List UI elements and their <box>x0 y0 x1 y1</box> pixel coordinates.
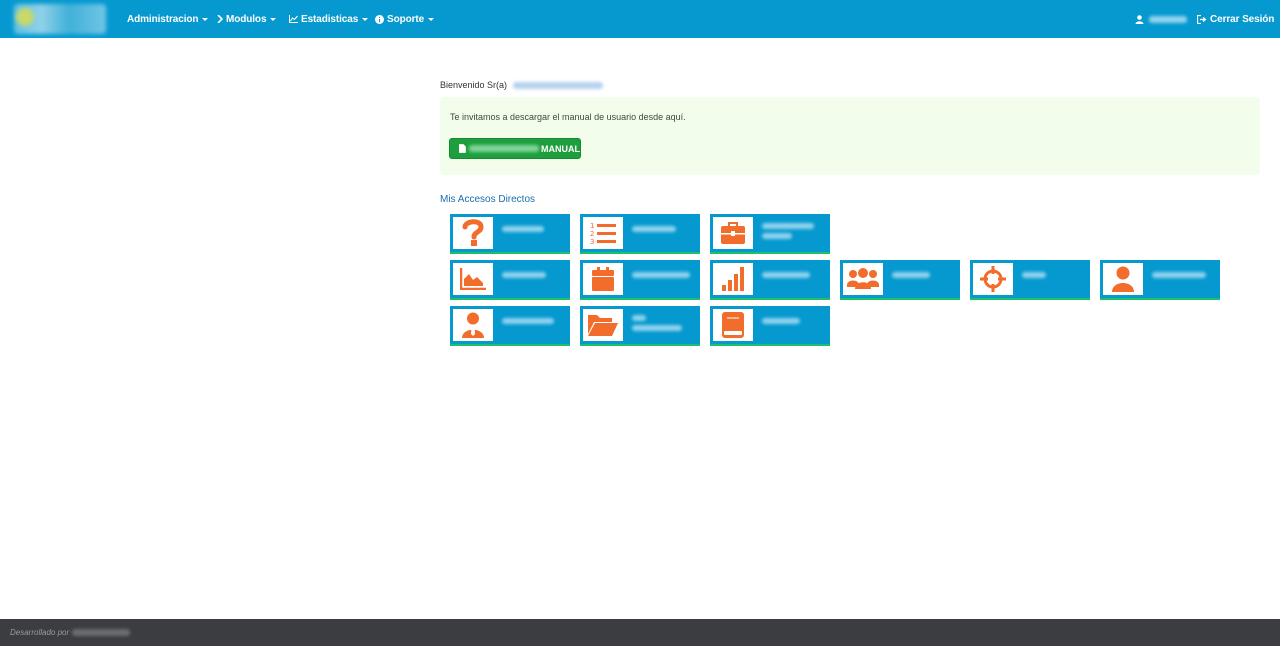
crosshairs-icon <box>980 266 1006 292</box>
file-icon <box>459 144 466 153</box>
menu-administracion-label: Administracion <box>127 13 199 25</box>
area-chart-icon <box>460 268 486 290</box>
shortcut-tile[interactable] <box>710 260 830 300</box>
user-tie-icon <box>462 312 484 338</box>
menu-estadisticas-label: Estadisticas <box>301 13 359 25</box>
welcome-label: Bienvenido Sr(a) <box>440 80 508 90</box>
svg-text:2: 2 <box>590 230 594 238</box>
folder-open-icon <box>588 315 618 336</box>
list-ordered-icon: 1 2 3 <box>590 222 616 245</box>
menu-estadisticas[interactable]: Estadisticas <box>289 0 369 38</box>
username <box>1149 15 1187 23</box>
logout-label: Cerrar Sesión <box>1210 13 1275 25</box>
shortcuts-title: Mis Accesos Directos <box>440 194 536 205</box>
logout-button[interactable]: Cerrar Sesión <box>1197 0 1274 38</box>
calendar-icon <box>592 267 614 291</box>
shortcut-tile[interactable] <box>1100 260 1220 300</box>
footer-company <box>72 629 131 636</box>
svg-text:1: 1 <box>590 222 594 230</box>
shortcut-tile[interactable] <box>450 214 570 254</box>
alert-text: Te invitamos a descargar el manual de us… <box>450 112 686 122</box>
bar-chart-icon <box>722 267 744 291</box>
question-icon <box>462 219 484 246</box>
menu-modulos[interactable]: Modulos <box>217 0 277 38</box>
shortcut-tile[interactable] <box>840 260 960 300</box>
user-icon <box>1112 266 1134 292</box>
shortcut-tile[interactable] <box>450 306 570 346</box>
caret-down-icon <box>202 17 209 21</box>
menu-modulos-label: Modulos <box>226 13 267 25</box>
book-icon <box>722 312 744 338</box>
download-manual-button[interactable]: MANUAL <box>449 138 581 159</box>
welcome-user-name <box>513 81 604 89</box>
line-chart-icon <box>289 15 298 23</box>
manual-button-label: MANUAL <box>541 143 580 154</box>
sign-out-icon <box>1197 14 1207 24</box>
caret-down-icon <box>362 17 369 21</box>
shortcut-tile[interactable] <box>710 306 830 346</box>
shortcut-tile[interactable]: 1 2 3 <box>580 214 700 254</box>
app-logo[interactable] <box>14 4 106 34</box>
welcome-message: Bienvenido Sr(a) <box>440 80 604 90</box>
footer-label: Desarrollado por <box>10 628 70 637</box>
users-icon <box>847 268 879 289</box>
footer-credit: Desarrollado por <box>10 628 131 637</box>
chevron-right-icon <box>217 15 223 23</box>
manual-alert: Te invitamos a descargar el manual de us… <box>440 97 1260 175</box>
svg-text:3: 3 <box>590 238 594 245</box>
top-navbar: Administracion Modulos Estadisticas Sopo… <box>0 0 1280 38</box>
menu-administracion[interactable]: Administracion <box>127 0 209 38</box>
caret-down-icon <box>428 17 435 21</box>
footer: Desarrollado por <box>0 619 1280 646</box>
briefcase-icon <box>721 222 745 244</box>
shortcut-tile[interactable] <box>580 260 700 300</box>
user-icon <box>1135 14 1144 24</box>
menu-soporte-label: Soporte <box>387 13 425 25</box>
manual-button-blurred-text <box>468 145 539 152</box>
info-circle-icon <box>375 14 384 24</box>
menu-soporte[interactable]: Soporte <box>375 0 435 38</box>
caret-down-icon <box>270 17 277 21</box>
shortcut-tile[interactable] <box>580 306 700 346</box>
shortcut-tile[interactable] <box>710 214 830 254</box>
shortcut-tile[interactable] <box>450 260 570 300</box>
user-menu[interactable] <box>1135 0 1187 38</box>
shortcut-tile[interactable] <box>970 260 1090 300</box>
